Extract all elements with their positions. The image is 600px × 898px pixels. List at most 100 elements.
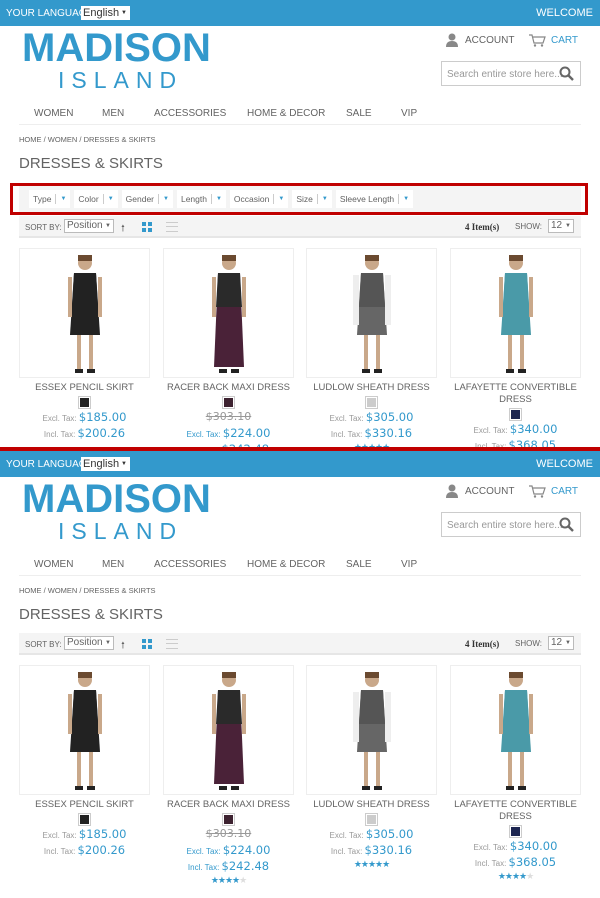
logo[interactable]: MADISON <box>22 477 211 522</box>
product-image[interactable] <box>450 665 581 795</box>
nav-item[interactable]: VIP <box>401 559 417 570</box>
price-excl: Excl. Tax: $224.00 <box>163 843 294 859</box>
price-label: Incl. Tax: <box>330 847 363 856</box>
grid-view-icon[interactable] <box>142 222 152 232</box>
nav-item[interactable]: WOMEN <box>34 559 73 570</box>
logo-subtitle[interactable]: ISLAND <box>58 67 183 94</box>
price-value: $340.00 <box>509 839 558 853</box>
account-link[interactable]: ACCOUNT <box>445 484 514 498</box>
cart-link[interactable]: CART <box>528 484 578 498</box>
product-image[interactable] <box>19 248 150 378</box>
product-image[interactable] <box>163 248 294 378</box>
product-image[interactable] <box>306 665 437 795</box>
page-title: DRESSES & SKIRTS <box>19 155 163 172</box>
main-nav: WOMEN MEN ACCESSORIES HOME & DECOR SALE VIP <box>19 108 581 125</box>
color-swatch[interactable] <box>509 408 522 421</box>
product-image[interactable] <box>306 248 437 378</box>
price-excl: Excl. Tax: $340.00 <box>450 422 581 438</box>
product-name[interactable]: LUDLOW SHEATH DRESS <box>306 799 437 811</box>
cart-label: CART <box>551 485 579 497</box>
old-price: $303.10 <box>205 827 252 840</box>
cart-icon <box>529 34 546 47</box>
breadcrumb[interactable]: HOME / WOMEN / DRESSES & SKIRTS <box>19 586 156 595</box>
color-swatch[interactable] <box>78 813 91 826</box>
nav-item[interactable]: ACCESSORIES <box>154 108 226 119</box>
product-name[interactable]: ESSEX PENCIL SKIRT <box>19 799 150 811</box>
grid-view-icon[interactable] <box>142 639 152 649</box>
sort-direction-icon[interactable]: 🠕 <box>121 638 125 654</box>
sort-label: SORT BY: <box>25 640 62 649</box>
price-label: Incl. Tax: <box>187 863 220 872</box>
product-name[interactable]: ESSEX PENCIL SKIRT <box>19 382 150 394</box>
price-label: Excl. Tax: <box>42 831 77 840</box>
list-view-icon[interactable] <box>166 639 178 649</box>
price-value: $224.00 <box>222 426 271 440</box>
product-image[interactable] <box>19 665 150 795</box>
price-excl: Excl. Tax: $185.00 <box>19 827 150 843</box>
product-photo <box>353 672 391 790</box>
nav-item[interactable]: SALE <box>346 559 372 570</box>
product-name[interactable]: LUDLOW SHEATH DRESS <box>306 382 437 394</box>
price-label: Excl. Tax: <box>186 430 221 439</box>
price-value: $330.16 <box>364 843 413 857</box>
show-select[interactable]: 12 <box>548 636 574 650</box>
product-name[interactable]: LAFAYETTE CONVERTIBLE DRESS <box>450 382 581 406</box>
user-icon <box>446 484 458 498</box>
search-input[interactable]: Search entire store here... <box>441 61 581 86</box>
price-label: Incl. Tax: <box>43 430 76 439</box>
color-swatch[interactable] <box>222 813 235 826</box>
color-swatch[interactable] <box>222 396 235 409</box>
nav-item[interactable]: ACCESSORIES <box>154 559 226 570</box>
price-value: $305.00 <box>365 410 414 424</box>
product-name[interactable]: LAFAYETTE CONVERTIBLE DRESS <box>450 799 581 823</box>
nav-item[interactable]: HOME & DECOR <box>247 559 325 570</box>
welcome-text: WELCOME <box>536 7 593 19</box>
color-swatch[interactable] <box>365 813 378 826</box>
color-swatch[interactable] <box>365 396 378 409</box>
old-price: $303.10 <box>205 410 252 423</box>
list-view-icon[interactable] <box>166 222 178 232</box>
sort-select[interactable]: Position <box>64 636 114 650</box>
logo[interactable]: MADISON <box>22 26 211 71</box>
product-image[interactable] <box>450 248 581 378</box>
nav-item[interactable]: WOMEN <box>34 108 73 119</box>
nav-item[interactable]: MEN <box>102 559 124 570</box>
toolbar: SORT BY: Position 🠕 4 Item(s) SHOW: 12 <box>19 216 581 238</box>
color-swatch[interactable] <box>509 825 522 838</box>
product-name[interactable]: RACER BACK MAXI DRESS <box>163 382 294 394</box>
nav-item[interactable]: HOME & DECOR <box>247 108 325 119</box>
sort-direction-icon[interactable]: 🠕 <box>121 221 125 237</box>
price-label: Incl. Tax: <box>474 859 507 868</box>
show-select[interactable]: 12 <box>548 219 574 233</box>
language-select[interactable]: English <box>81 6 130 20</box>
user-icon <box>446 33 458 47</box>
product-card: LUDLOW SHEATH DRESS Excl. Tax: $305.00 I… <box>306 248 437 447</box>
account-label: ACCOUNT <box>465 34 515 46</box>
color-swatch[interactable] <box>78 396 91 409</box>
sort-select[interactable]: Position <box>64 219 114 233</box>
price-value: $200.26 <box>77 843 126 857</box>
product-photo <box>212 672 246 790</box>
toolbar: SORT BY: Position 🠕 4 Item(s) SHOW: 12 <box>19 633 581 655</box>
price-label: Incl. Tax: <box>43 847 76 856</box>
product-image[interactable] <box>163 665 294 795</box>
nav-item[interactable]: MEN <box>102 108 124 119</box>
price-label: Excl. Tax: <box>329 831 364 840</box>
search-icon[interactable] <box>559 517 574 532</box>
rating-stars-icon <box>19 859 150 871</box>
account-link[interactable]: ACCOUNT <box>445 33 514 47</box>
cart-link[interactable]: CART <box>528 33 578 47</box>
nav-item[interactable]: VIP <box>401 108 417 119</box>
item-count: 4 Item(s) <box>465 222 500 232</box>
price-value: $185.00 <box>78 827 127 841</box>
product-name[interactable]: RACER BACK MAXI DRESS <box>163 799 294 811</box>
search-input[interactable]: Search entire store here... <box>441 512 581 537</box>
logo-subtitle[interactable]: ISLAND <box>58 518 183 545</box>
nav-item[interactable]: SALE <box>346 108 372 119</box>
breadcrumb[interactable]: HOME / WOMEN / DRESSES & SKIRTS <box>19 135 156 144</box>
product-photo <box>499 672 533 790</box>
search-icon[interactable] <box>559 66 574 81</box>
price-excl: Excl. Tax: $185.00 <box>19 410 150 426</box>
language-select[interactable]: English <box>81 457 130 471</box>
rating-stars-icon: ★★★★★ <box>353 859 390 869</box>
